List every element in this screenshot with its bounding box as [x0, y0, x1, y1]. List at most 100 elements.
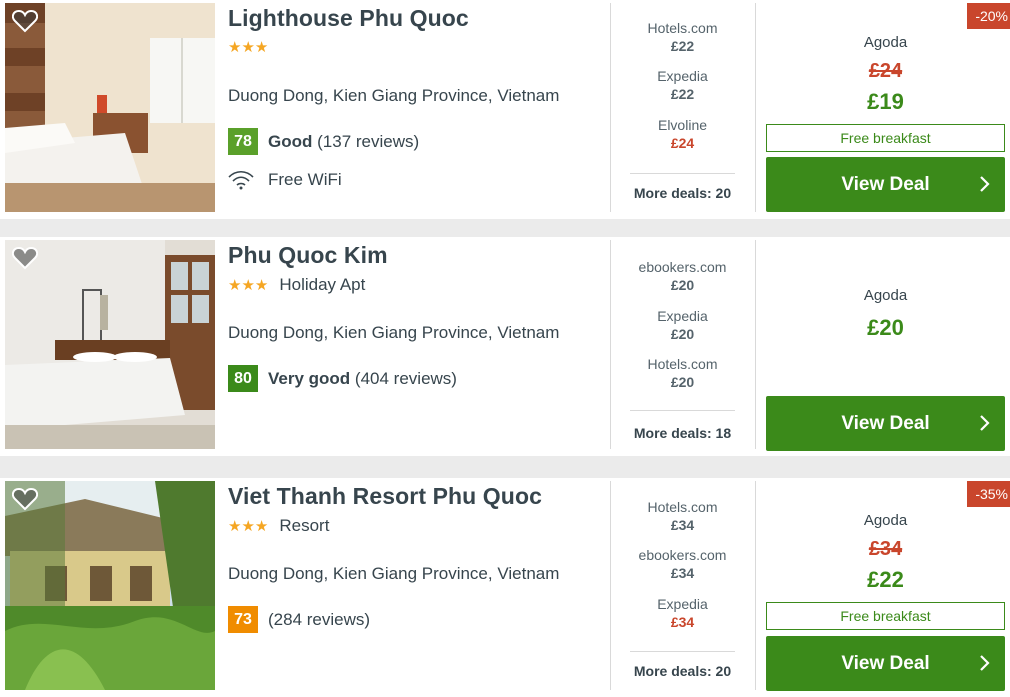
chevron-right-icon — [980, 176, 990, 192]
deal-price-main: £22 — [867, 567, 904, 592]
property-type: Holiday Apt — [279, 275, 366, 294]
deal-price: £20 — [670, 277, 695, 293]
deal-source: Expedia — [657, 596, 708, 612]
deal-source: Expedia — [657, 308, 708, 324]
perk-badge: Free breakfast — [766, 124, 1005, 152]
deal-price: £24 — [670, 135, 695, 151]
deal-price: £20 — [670, 374, 695, 390]
divider — [610, 3, 611, 212]
hotel-photo[interactable] — [5, 481, 215, 690]
deal-item[interactable]: Hotels.com £22 — [630, 20, 735, 54]
more-deals-link[interactable]: More deals: 20 — [630, 663, 735, 679]
divider — [755, 240, 756, 449]
review-count: (404 reviews) — [354, 368, 457, 388]
hotel-card[interactable]: Phu Quoc Kim ★★★ Holiday Apt Duong Dong,… — [0, 237, 1010, 456]
divider — [755, 481, 756, 690]
deal-item[interactable]: Expedia £22 — [630, 68, 735, 102]
other-deals[interactable]: Hotels.com £22 Expedia £22 Elvoline £24 … — [630, 0, 735, 219]
hotel-card[interactable]: Viet Thanh Resort Phu Quoc ★★★ Resort Du… — [0, 478, 1010, 697]
deal-price: £22 — [670, 38, 695, 54]
deal-price: £34 — [670, 614, 695, 630]
deal-price: £34 — [670, 517, 695, 533]
divider — [610, 481, 611, 690]
heart-icon[interactable] — [12, 9, 38, 33]
view-deal-button[interactable]: View Deal — [766, 157, 1005, 212]
rating-summary[interactable]: 73 (284 reviews) — [228, 606, 370, 633]
best-deal: -20% Agoda £24 £19 Free breakfast View D… — [766, 0, 1010, 219]
hotel-photo[interactable] — [5, 240, 215, 449]
rating-score-badge: 80 — [228, 365, 258, 392]
view-deal-button[interactable]: View Deal — [766, 396, 1005, 451]
old-price: £34 — [868, 538, 903, 560]
discount-badge: -20% — [967, 3, 1010, 29]
hotel-location: Duong Dong, Kien Giang Province, Vietnam — [228, 564, 560, 583]
old-price: £24 — [868, 60, 903, 82]
best-deal: -35% Agoda £34 £22 Free breakfast View D… — [766, 478, 1010, 697]
deal-source: Expedia — [657, 68, 708, 84]
other-deals[interactable]: Hotels.com £34 ebookers.com £34 Expedia … — [630, 478, 735, 697]
deal-item[interactable]: Expedia £20 — [630, 308, 735, 342]
hotel-location: Duong Dong, Kien Giang Province, Vietnam — [228, 86, 560, 105]
deal-source: Hotels.com — [647, 356, 718, 372]
review-count: (137 reviews) — [317, 131, 420, 151]
other-deals[interactable]: ebookers.com £20 Expedia £20 Hotels.com … — [630, 237, 735, 456]
deal-price: £34 — [670, 565, 695, 581]
hotel-photo[interactable] — [5, 3, 215, 212]
chevron-right-icon — [980, 655, 990, 671]
hotel-name[interactable]: Phu Quoc Kim — [228, 242, 388, 269]
star-rating-icon: ★★★ — [228, 518, 269, 535]
more-deals-link[interactable]: More deals: 20 — [630, 185, 735, 201]
amenity-wifi: Free WiFi — [228, 170, 342, 190]
button-label: View Deal — [841, 173, 930, 195]
view-deal-button[interactable]: View Deal — [766, 636, 1005, 691]
deal-provider: Agoda — [863, 287, 908, 304]
divider — [630, 173, 735, 174]
deal-provider: Agoda — [863, 512, 908, 529]
deal-source: Hotels.com — [647, 20, 718, 36]
button-label: View Deal — [841, 412, 930, 434]
perk-badge: Free breakfast — [766, 602, 1005, 630]
button-label: View Deal — [841, 652, 930, 674]
hotel-name[interactable]: Viet Thanh Resort Phu Quoc — [228, 483, 542, 510]
rating-text: Good (137 reviews) — [268, 132, 419, 152]
deal-source: ebookers.com — [638, 259, 727, 275]
heart-icon[interactable] — [12, 487, 38, 511]
rating-word: Very good — [268, 368, 351, 388]
property-type: Resort — [279, 516, 330, 535]
amenity-label: Free WiFi — [268, 170, 342, 189]
divider — [630, 410, 735, 411]
star-rating-icon: ★★★ — [228, 39, 269, 56]
deal-item[interactable]: Hotels.com £34 — [630, 499, 735, 533]
deal-item[interactable]: Elvoline £24 — [630, 117, 735, 151]
rating-summary[interactable]: 78 Good (137 reviews) — [228, 128, 419, 155]
rating-score-badge: 78 — [228, 128, 258, 155]
heart-icon[interactable] — [12, 246, 38, 270]
deal-item[interactable]: ebookers.com £34 — [630, 547, 735, 581]
hotel-name[interactable]: Lighthouse Phu Quoc — [228, 5, 469, 32]
deal-source: Elvoline — [657, 117, 708, 133]
best-deal: Agoda £20 View Deal — [766, 237, 1005, 456]
rating-word: Good — [268, 131, 313, 151]
rating-score-badge: 73 — [228, 606, 258, 633]
wifi-icon — [228, 170, 254, 190]
deal-item[interactable]: ebookers.com £20 — [630, 259, 735, 293]
deal-source: ebookers.com — [638, 547, 727, 563]
review-count: (284 reviews) — [268, 609, 371, 629]
chevron-right-icon — [980, 415, 990, 431]
divider — [755, 3, 756, 212]
deal-item[interactable]: Hotels.com £20 — [630, 356, 735, 390]
rating-summary[interactable]: 80 Very good (404 reviews) — [228, 365, 457, 392]
deal-item[interactable]: Expedia £34 — [630, 596, 735, 630]
rating-text: (284 reviews) — [268, 610, 370, 630]
deal-price-main: £20 — [867, 315, 904, 340]
more-deals-link[interactable]: More deals: 18 — [630, 425, 735, 441]
hotel-location: Duong Dong, Kien Giang Province, Vietnam — [228, 323, 560, 342]
discount-badge: -35% — [967, 481, 1010, 507]
divider — [630, 651, 735, 652]
deal-provider: Agoda — [863, 34, 908, 51]
deal-price: £20 — [670, 326, 695, 342]
deal-source: Hotels.com — [647, 499, 718, 515]
hotel-card[interactable]: Lighthouse Phu Quoc ★★★ Duong Dong, Kien… — [0, 0, 1010, 219]
divider — [610, 240, 611, 449]
deal-price: £22 — [670, 86, 695, 102]
